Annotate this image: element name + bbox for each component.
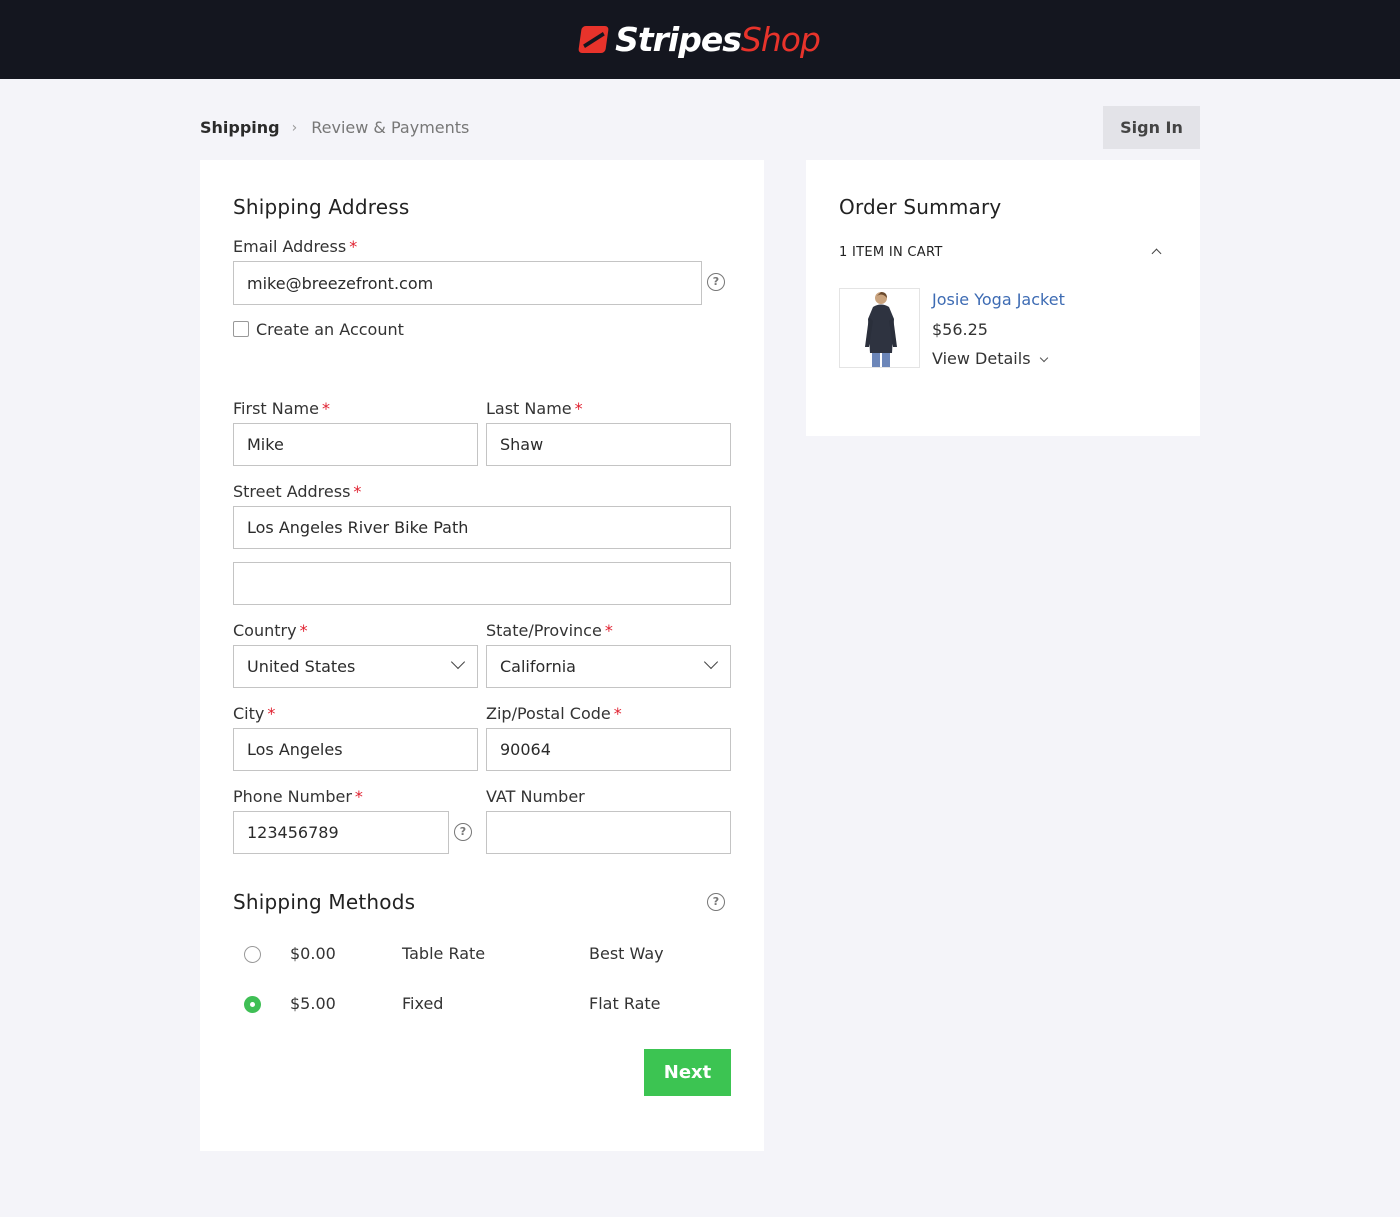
shipping-method-carrier: Flat Rate	[589, 994, 661, 1013]
state-select[interactable]: California	[486, 645, 731, 688]
product-price: $56.25	[932, 320, 988, 339]
city-label: City *	[233, 704, 275, 723]
country-select-value: United States	[247, 657, 356, 676]
state-select-value: California	[500, 657, 576, 676]
zip-label-text: Zip/Postal Code	[486, 704, 611, 723]
country-label-text: Country	[233, 621, 297, 640]
email-help-icon[interactable]: ?	[707, 273, 725, 291]
vat-label: VAT Number	[486, 787, 585, 806]
shipping-address-title: Shipping Address	[233, 195, 410, 219]
required-mark: *	[354, 787, 363, 806]
shipping-method-price: $5.00	[290, 994, 336, 1013]
email-field[interactable]: mike@breezefront.com	[233, 261, 702, 305]
logo-text: StripesShop	[615, 20, 821, 59]
required-mark: *	[321, 399, 330, 418]
phone-label-text: Phone Number	[233, 787, 352, 806]
shipping-method-radio-flat-rate[interactable]	[244, 996, 261, 1013]
phone-help-icon[interactable]: ?	[454, 823, 472, 841]
email-label-text: Email Address	[233, 237, 347, 256]
logo-text-part1: Stripes	[615, 20, 742, 59]
shipping-method-name: Table Rate	[402, 944, 486, 963]
first-name-label-text: First Name	[233, 399, 319, 418]
logo-text-part2: Shop	[740, 20, 821, 59]
last-name-label: Last Name *	[486, 399, 583, 418]
breadcrumb-separator-icon: ›	[291, 119, 298, 136]
required-mark: *	[574, 399, 583, 418]
create-account-checkbox[interactable]	[233, 321, 249, 337]
required-mark: *	[299, 621, 308, 640]
chevron-down-icon	[1039, 353, 1048, 363]
street-address-label: Street Address *	[233, 482, 361, 501]
next-button[interactable]: Next	[644, 1049, 731, 1096]
shipping-methods-title: Shipping Methods	[233, 890, 416, 914]
last-name-field[interactable]: Shaw	[486, 423, 731, 466]
breadcrumb-review-payments[interactable]: Review & Payments	[311, 118, 469, 137]
sign-in-button[interactable]: Sign In	[1103, 106, 1200, 149]
vat-field[interactable]	[486, 811, 731, 854]
shipping-form-card: Shipping Address Email Address * mike@bre…	[200, 160, 764, 1151]
jacket-model-image	[865, 292, 897, 367]
required-mark: *	[267, 704, 276, 723]
city-label-text: City	[233, 704, 265, 723]
view-details-label: View Details	[932, 349, 1031, 368]
breadcrumb: Shipping › Review & Payments	[200, 118, 469, 137]
street-address-line1-field[interactable]: Los Angeles River Bike Path	[233, 506, 731, 549]
country-select[interactable]: United States	[233, 645, 478, 688]
email-label: Email Address *	[233, 237, 357, 256]
order-summary-card: Order Summary 1 ITEM IN CART Josie Yoga …	[806, 160, 1200, 436]
first-name-label: First Name *	[233, 399, 330, 418]
required-mark: *	[349, 237, 358, 256]
zip-label: Zip/Postal Code *	[486, 704, 622, 723]
breadcrumb-shipping: Shipping	[200, 118, 280, 137]
required-mark: *	[604, 621, 613, 640]
zip-field[interactable]: 90064	[486, 728, 731, 771]
required-mark: *	[353, 482, 362, 501]
shipping-methods-help-icon[interactable]: ?	[707, 893, 725, 911]
chevron-up-icon[interactable]	[1151, 248, 1162, 259]
city-field[interactable]: Los Angeles	[233, 728, 478, 771]
phone-label: Phone Number *	[233, 787, 363, 806]
shipping-method-carrier: Best Way	[589, 944, 664, 963]
street-address-line2-field[interactable]	[233, 562, 731, 605]
shipping-method-name: Fixed	[402, 994, 444, 1013]
state-label-text: State/Province	[486, 621, 602, 640]
required-mark: *	[613, 704, 622, 723]
chevron-down-icon	[703, 654, 719, 670]
top-bar: StripesShop	[0, 0, 1400, 79]
country-label: Country *	[233, 621, 308, 640]
stripes-shop-logo[interactable]: StripesShop	[578, 20, 821, 59]
create-account-label[interactable]: Create an Account	[256, 320, 404, 339]
product-thumbnail[interactable]	[839, 288, 920, 368]
phone-field[interactable]: 123456789	[233, 811, 449, 854]
shipping-method-price: $0.00	[290, 944, 336, 963]
state-label: State/Province *	[486, 621, 613, 640]
street-address-label-text: Street Address	[233, 482, 351, 501]
order-summary-title: Order Summary	[839, 195, 1002, 219]
chevron-down-icon	[450, 654, 466, 670]
logo-mark-icon	[578, 26, 610, 53]
first-name-field[interactable]: Mike	[233, 423, 478, 466]
view-details-toggle[interactable]: View Details	[932, 349, 1048, 368]
cart-count-toggle[interactable]: 1 ITEM IN CART	[839, 245, 943, 260]
last-name-label-text: Last Name	[486, 399, 572, 418]
shipping-method-radio-table-rate[interactable]	[244, 946, 261, 963]
product-name-link[interactable]: Josie Yoga Jacket	[932, 290, 1065, 309]
